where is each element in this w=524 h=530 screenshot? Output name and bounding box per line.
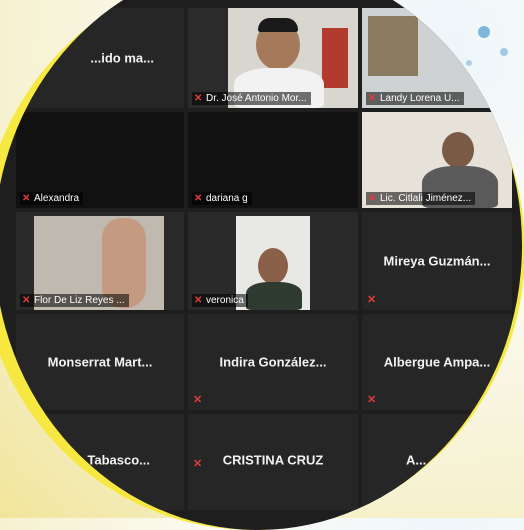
participant-label: ✕ Dr. José Antonio Mor...: [192, 92, 311, 105]
participant-name: Albergue Ampa...: [383, 354, 491, 370]
participant-label: ✕ Alexandra: [20, 192, 84, 205]
mic-muted-icon: ✕: [193, 394, 203, 406]
mic-muted-icon: ✕: [194, 192, 203, 204]
participant-name: Flor De Liz Reyes ...: [34, 295, 125, 306]
participant-name: Indira González...: [219, 354, 327, 370]
participant-tile[interactable]: ✕ Lic. Citlali Jiménez...: [362, 112, 512, 208]
participant-tile[interactable]: ✕ dariana g: [188, 112, 358, 208]
mic-muted-icon: ✕: [368, 92, 377, 104]
mic-muted-icon: ✕: [22, 294, 31, 306]
participant-tile[interactable]: ✕ Alexandra: [16, 112, 184, 208]
mic-muted-icon: ✕: [194, 294, 203, 306]
participant-tile[interactable]: ✕ Dr. José Antonio Mor...: [188, 8, 358, 108]
participant-label: ✕ Lic. Citlali Jiménez...: [366, 192, 476, 205]
participant-grid: ...ido ma... ✕ Dr. José Antonio Mor... ✕…: [0, 0, 522, 530]
participant-hair: [258, 18, 298, 32]
participant-name: Dr. José Antonio Mor...: [206, 93, 307, 104]
participant-head: [442, 132, 474, 168]
participant-name: CRISTINA CRUZ: [222, 452, 324, 468]
participant-name: Alexandra: [34, 193, 80, 204]
participant-tile[interactable]: ...Tabasco...: [16, 414, 184, 510]
participant-label: ✕ Landy Lorena U...: [366, 92, 464, 105]
participant-label: ✕ Flor De Liz Reyes ...: [20, 294, 129, 307]
participant-name: Lic. Citlali Jiménez...: [380, 193, 472, 204]
participant-body: [246, 282, 302, 310]
participant-name: dariana g: [206, 193, 248, 204]
participant-tile[interactable]: ✕ Flor De Liz Reyes ...: [16, 212, 184, 310]
mic-muted-icon: ✕: [367, 394, 377, 406]
flag-background: [322, 28, 348, 88]
participant-name: A...: [406, 452, 427, 468]
participant-tile[interactable]: ...ido ma...: [16, 8, 184, 108]
mic-muted-icon: ✕: [367, 294, 377, 306]
participant-tile[interactable]: ✕ veronica: [188, 212, 358, 310]
participant-name: Mireya Guzmán...: [383, 253, 491, 269]
participant-head: [258, 248, 288, 284]
participant-tile[interactable]: Mireya Guzmán... ✕: [362, 212, 512, 310]
participant-name: ...Tabasco...: [76, 452, 150, 468]
participant-tile[interactable]: Indira González... ✕: [188, 314, 358, 410]
participant-tile[interactable]: Albergue Ampa... ✕: [362, 314, 512, 410]
shelf-background: [368, 16, 418, 76]
participant-name: Monserrat Mart...: [47, 354, 153, 370]
mic-muted-icon: ✕: [193, 458, 203, 470]
participant-name: Landy Lorena U...: [380, 93, 460, 104]
mic-muted-icon: ✕: [194, 92, 203, 104]
mic-muted-icon: ✕: [368, 192, 377, 204]
mic-muted-icon: ✕: [22, 192, 31, 204]
participant-tile[interactable]: CRISTINA CRUZ ✕: [188, 414, 358, 510]
participant-tile[interactable]: A...: [362, 414, 512, 510]
video-call-circle-frame: ...ido ma... ✕ Dr. José Antonio Mor... ✕…: [0, 0, 522, 530]
participant-name: veronica: [206, 295, 244, 306]
participant-tile[interactable]: Monserrat Mart...: [16, 314, 184, 410]
participant-label: ✕ veronica: [192, 294, 248, 307]
participant-tile[interactable]: ✕ Landy Lorena U...: [362, 8, 512, 108]
participant-label: ✕ dariana g: [192, 192, 252, 205]
participant-name: ...ido ma...: [90, 50, 154, 66]
